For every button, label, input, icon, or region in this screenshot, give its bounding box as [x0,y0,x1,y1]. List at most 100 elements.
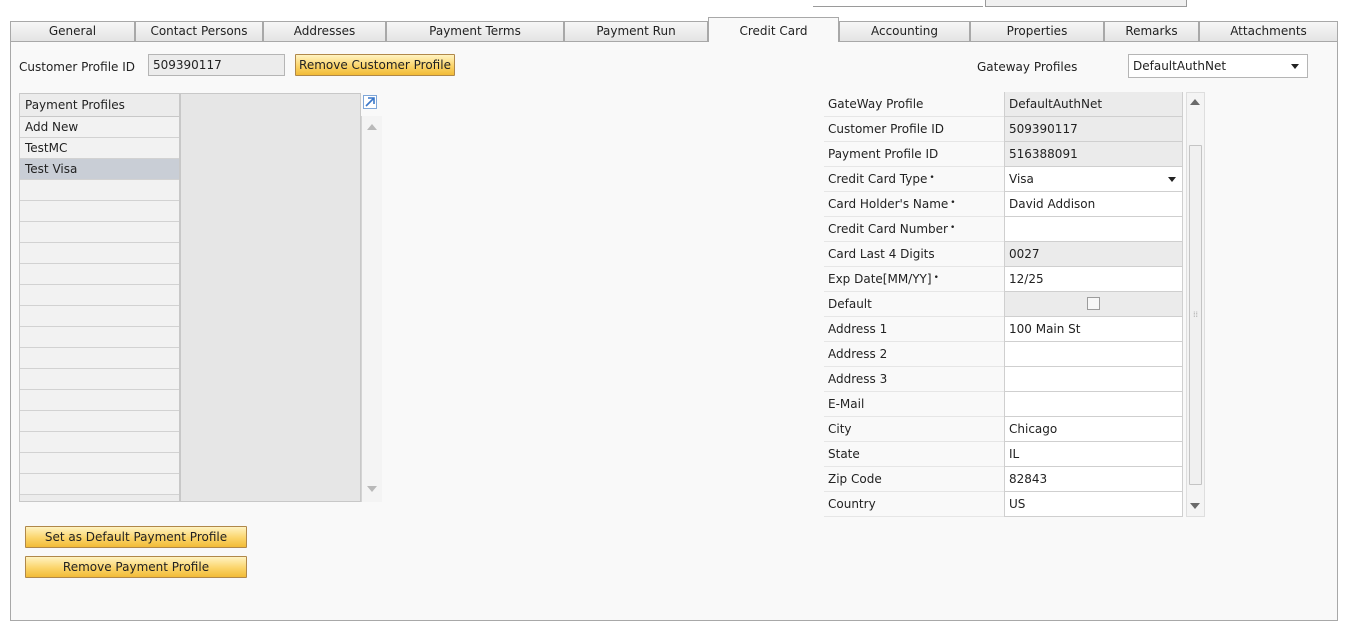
gateway-profiles-value: DefaultAuthNet [1133,59,1227,73]
list-item[interactable] [20,222,179,243]
state-field[interactable]: IL [1004,442,1183,467]
detail-row-gateway-profile: GateWay Profile DefaultAuthNet [824,92,1184,117]
exp-date-field[interactable]: 12/25 [1004,267,1183,292]
detail-grid-scrollbar[interactable]: ⁞⁞ [1186,92,1205,517]
detail-label: Default [824,292,1004,317]
country-field[interactable]: US [1004,492,1183,517]
detail-label: Address 1 [824,317,1004,342]
required-marker: • [950,198,956,208]
customer-profile-field[interactable]: 509390117 [148,54,285,76]
grip-icon: ⁞⁞ [1193,310,1199,319]
scrollbar-thumb[interactable]: ⁞⁞ [1189,145,1202,485]
detail-value[interactable]: DefaultAuthNet [1004,92,1183,117]
label-text: Credit Card Number [828,222,948,236]
detail-label: Country [824,492,1004,517]
scroll-down-icon[interactable] [367,486,377,492]
email-field[interactable] [1004,392,1183,417]
tab-properties[interactable]: Properties [970,21,1104,41]
list-item[interactable] [20,327,179,348]
tab-credit-card[interactable]: Credit Card [708,17,839,42]
list-item[interactable]: TestMC [20,138,179,159]
tab-contact-persons[interactable]: Contact Persons [135,21,263,41]
scroll-up-icon[interactable] [367,124,377,130]
detail-row-country: Country US [824,492,1184,517]
gateway-profiles-dropdown[interactable]: DefaultAuthNet [1128,54,1308,78]
list-item[interactable] [20,264,179,285]
card-holder-name-field[interactable]: David Addison [1004,192,1183,217]
list-item[interactable] [20,243,179,264]
payment-profiles-details-column [180,93,361,502]
list-item[interactable] [20,306,179,327]
zip-code-field[interactable]: 82843 [1004,467,1183,492]
detail-label: GateWay Profile [824,92,1004,117]
detail-label: E-Mail [824,392,1004,417]
detail-row-default: Default [824,292,1184,317]
payment-profiles-scrollbar[interactable] [361,116,382,502]
list-item[interactable] [20,180,179,201]
required-marker: • [950,223,956,233]
tab-accounting[interactable]: Accounting [839,21,970,41]
scroll-down-icon[interactable] [1190,503,1200,509]
detail-row-state: State IL [824,442,1184,467]
remove-payment-profile-button[interactable]: Remove Payment Profile [25,556,247,578]
label-text: Exp Date[MM/YY] [828,272,932,286]
credit-card-type-dropdown[interactable]: Visa [1004,167,1183,192]
detail-label: Credit Card Number • [824,217,1004,242]
required-marker: • [929,173,935,183]
list-item[interactable] [20,390,179,411]
default-checkbox[interactable] [1087,297,1100,310]
gateway-profiles-label: Gateway Profiles [977,60,1078,74]
detail-label: Exp Date[MM/YY] • [824,267,1004,292]
tab-payment-run[interactable]: Payment Run [564,21,708,41]
tab-attachments[interactable]: Attachments [1199,21,1338,41]
detail-label: Customer Profile ID [824,117,1004,142]
credit-card-number-field[interactable] [1004,217,1183,242]
detail-label: Payment Profile ID [824,142,1004,167]
detail-row-address-3: Address 3 [824,367,1184,392]
tab-addresses[interactable]: Addresses [263,21,386,41]
address-3-field[interactable] [1004,367,1183,392]
detail-label: Address 2 [824,342,1004,367]
list-item[interactable] [20,453,179,474]
expand-arrow-icon[interactable] [363,95,377,109]
detail-row-payment-profile-id: Payment Profile ID 516388091 [824,142,1184,167]
detail-value[interactable]: 0027 [1004,242,1183,267]
address-1-field[interactable]: 100 Main St [1004,317,1183,342]
list-item[interactable]: Add New [20,117,179,138]
tab-strip: General Contact Persons Addresses Paymen… [10,17,1338,42]
city-field[interactable]: Chicago [1004,417,1183,442]
detail-row-city: City Chicago [824,417,1184,442]
detail-value[interactable]: 516388091 [1004,142,1183,167]
list-item[interactable] [20,285,179,306]
list-item[interactable] [20,474,179,495]
tab-general[interactable]: General [10,21,135,41]
remove-customer-profile-button[interactable]: Remove Customer Profile [295,54,455,76]
payment-profiles-header: Payment Profiles [19,93,180,117]
detail-row-address-1: Address 1 100 Main St [824,317,1184,342]
detail-label: Zip Code [824,467,1004,492]
scroll-up-icon[interactable] [1190,99,1200,105]
chevron-down-icon[interactable] [1168,177,1176,182]
detail-value[interactable]: 509390117 [1004,117,1183,142]
profile-detail-grid: GateWay Profile DefaultAuthNet Customer … [824,92,1184,517]
list-item[interactable] [20,369,179,390]
list-item[interactable] [20,201,179,222]
required-marker: • [933,273,939,283]
chevron-down-icon[interactable] [1291,64,1299,69]
list-item[interactable] [20,411,179,432]
detail-row-card-holder-name: Card Holder's Name • David Addison [824,192,1184,217]
tab-remarks[interactable]: Remarks [1104,21,1199,41]
detail-row-card-last-4-digits: Card Last 4 Digits 0027 [824,242,1184,267]
list-item-selected[interactable]: Test Visa [20,159,179,180]
customer-profile-label: Customer Profile ID [19,60,136,74]
label-text: Credit Card Type [828,172,928,186]
clipped-field-above [813,0,983,7]
detail-row-zip-code: Zip Code 82843 [824,467,1184,492]
list-item[interactable] [20,348,179,369]
tab-payment-terms[interactable]: Payment Terms [386,21,564,41]
detail-label: State [824,442,1004,467]
detail-row-address-2: Address 2 [824,342,1184,367]
set-default-payment-profile-button[interactable]: Set as Default Payment Profile [25,526,247,548]
address-2-field[interactable] [1004,342,1183,367]
list-item[interactable] [20,432,179,453]
